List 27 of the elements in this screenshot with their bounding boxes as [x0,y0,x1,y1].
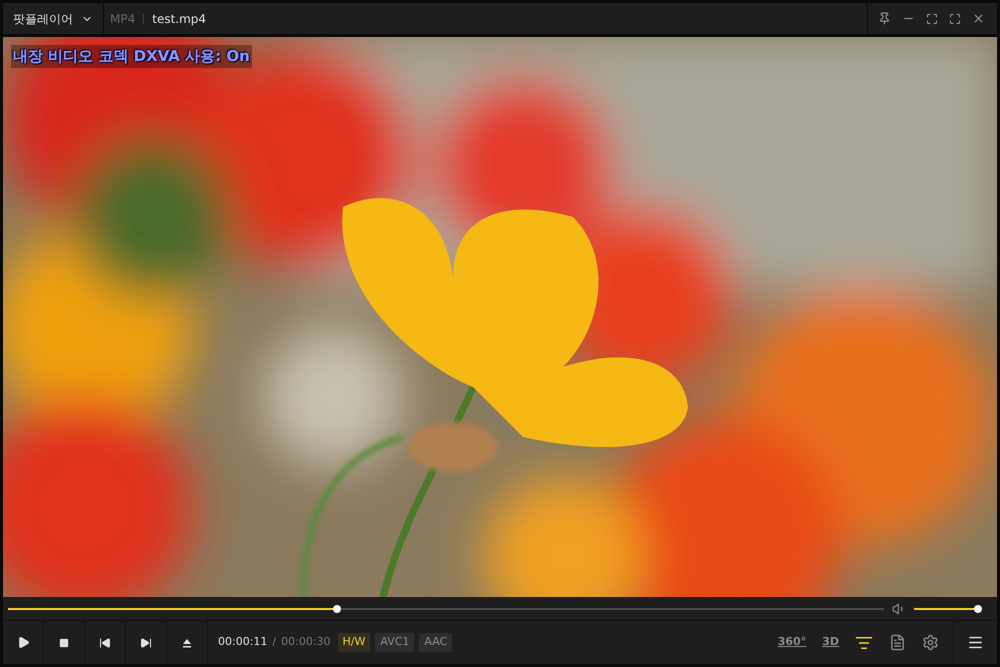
document-icon [889,634,906,651]
codec-badge[interactable]: AAC [419,633,452,652]
skip-back-icon [99,636,111,648]
skip-forward-icon [140,636,152,648]
menu-icon [967,634,984,651]
volume-handle[interactable] [974,604,982,612]
settings-button[interactable] [922,634,939,651]
document-button[interactable] [889,634,906,651]
current-time: 00:00:11 [218,634,268,650]
view-mode-button[interactable]: 360° [778,634,806,651]
format-label: MP4 [110,10,136,28]
seek-handle[interactable] [333,604,342,612]
total-time: 00:00:30 [281,634,331,650]
settings-icon [922,634,939,651]
play-icon [16,636,30,649]
app-menu-button[interactable]: 팟플레이어 [3,3,104,34]
fullscreen-icon[interactable] [949,12,961,24]
eject-icon [182,638,192,648]
time-separator: / [272,634,276,650]
stop-icon [59,638,69,648]
close-icon[interactable] [972,12,985,25]
osd-message: 내장 비디오 코덱 DXVA 사용: On [11,45,252,68]
codec-badge[interactable]: AVC1 [375,633,414,652]
codec-badge[interactable]: H/W [338,633,370,652]
pin-icon[interactable] [878,12,891,25]
view-mode-button[interactable]: 3D [822,634,839,651]
file-name: test.mp4 [152,10,206,28]
